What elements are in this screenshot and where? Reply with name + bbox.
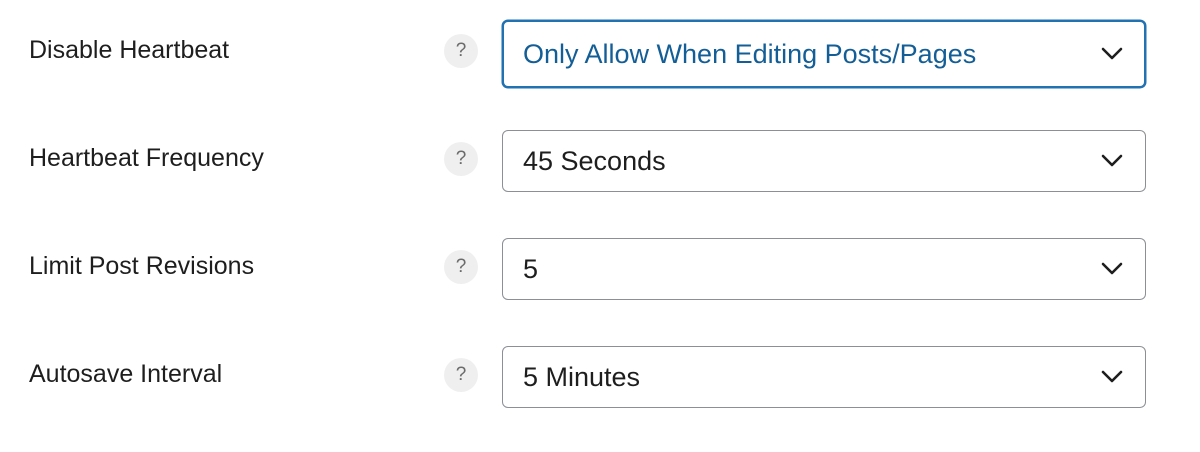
limit-post-revisions-select[interactable]: 5 [502, 238, 1146, 300]
limit-post-revisions-selected-value: 5 [523, 254, 539, 284]
setting-row-autosave-interval: Autosave Interval ? 5 Minutes [0, 344, 1200, 414]
limit-post-revisions-help-icon[interactable]: ? [444, 250, 478, 284]
limit-post-revisions-label: Limit Post Revisions [29, 252, 255, 280]
chevron-down-icon [1101, 262, 1123, 275]
heartbeat-frequency-select[interactable]: 45 Seconds [502, 130, 1146, 192]
disable-heartbeat-selected-value: Only Allow When Editing Posts/Pages [523, 39, 977, 69]
autosave-interval-select[interactable]: 5 Minutes [502, 346, 1146, 408]
chevron-down-icon [1101, 370, 1123, 383]
chevron-down-icon [1101, 154, 1123, 167]
disable-heartbeat-help-icon[interactable]: ? [444, 34, 478, 68]
disable-heartbeat-select[interactable]: Only Allow When Editing Posts/Pages [502, 20, 1146, 88]
disable-heartbeat-label: Disable Heartbeat [29, 36, 230, 64]
autosave-interval-help-icon[interactable]: ? [444, 358, 478, 392]
setting-row-limit-post-revisions: Limit Post Revisions ? 5 [0, 236, 1200, 306]
autosave-interval-label: Autosave Interval [29, 360, 223, 388]
heartbeat-frequency-label: Heartbeat Frequency [29, 144, 264, 172]
heartbeat-frequency-selected-value: 45 Seconds [523, 146, 666, 176]
autosave-interval-selected-value: 5 Minutes [523, 362, 641, 392]
chevron-down-icon [1101, 47, 1123, 60]
setting-row-heartbeat-frequency: Heartbeat Frequency ? 45 Seconds [0, 128, 1200, 198]
heartbeat-frequency-help-icon[interactable]: ? [444, 142, 478, 176]
setting-row-disable-heartbeat: Disable Heartbeat ? Only Allow When Edit… [0, 18, 1200, 88]
performance-settings-form: Disable Heartbeat ? Only Allow When Edit… [0, 0, 1200, 452]
